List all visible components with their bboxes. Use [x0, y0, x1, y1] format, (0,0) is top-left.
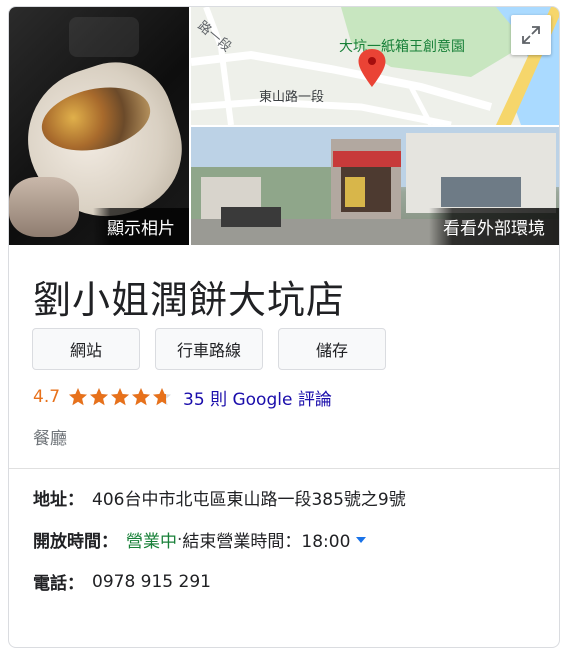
reviews-link[interactable]: 35 則 Google 評論	[183, 385, 332, 410]
main-photo[interactable]: 顯示相片	[9, 7, 189, 245]
website-button[interactable]: 網站	[32, 328, 140, 370]
save-button[interactable]: 儲存	[278, 328, 386, 370]
road-label-2: 東山路一段	[259, 89, 324, 105]
divider	[9, 468, 559, 469]
phone-label: 電話：	[33, 574, 84, 594]
closing-time[interactable]: 結束營業時間：18:00	[182, 527, 350, 552]
star-icon	[69, 388, 88, 406]
map-graphic: 路一段 東山路一段 大坑一紙箱王創意園	[191, 7, 559, 125]
show-photos-label[interactable]: 顯示相片	[93, 208, 189, 245]
directions-button[interactable]: 行車路線	[155, 328, 263, 370]
star-rating	[68, 387, 173, 407]
phone-number[interactable]: 0978 915 291	[92, 572, 211, 592]
hand	[9, 177, 79, 237]
business-name: 劉小姐潤餅大坑店	[33, 278, 346, 322]
address-row: 地址： 406台中市北屯區東山路一段385號之9號	[33, 485, 406, 510]
knowledge-panel: 顯示相片 路一段 東山路一段 大坑一紙箱王創意園 看看外部環境 劉小姐潤餅大坑店…	[8, 6, 560, 648]
place-label: 大坑一紙箱王創意園	[339, 38, 465, 55]
phone-row: 電話： 0978 915 291	[33, 569, 211, 595]
address-value[interactable]: 406台中市北屯區東山路一段385號之9號	[92, 485, 406, 510]
photo-background	[69, 17, 139, 57]
street-view-label[interactable]: 看看外部環境	[429, 208, 559, 245]
rating-value: 4.7	[33, 387, 61, 407]
star-icon	[111, 388, 130, 406]
star-icon	[153, 388, 172, 406]
map-thumbnail[interactable]: 路一段 東山路一段 大坑一紙箱王創意園	[191, 7, 559, 125]
address-label: 地址：	[33, 490, 84, 510]
star-icon	[90, 388, 109, 406]
hours-label: 開放時間：	[33, 532, 118, 552]
business-category: 餐廳	[33, 429, 67, 449]
street-view-photo[interactable]: 看看外部環境	[191, 127, 559, 245]
open-status: 營業中	[126, 532, 177, 552]
star-icon	[132, 388, 151, 406]
caret-down-icon[interactable]	[356, 536, 367, 543]
rating-row: 4.7 35 則 Google 評論	[33, 385, 332, 410]
expand-map-button[interactable]	[511, 15, 551, 55]
hours-row: 開放時間： 營業中 · 結束營業時間：18:00	[33, 527, 367, 552]
expand-icon	[522, 26, 540, 44]
